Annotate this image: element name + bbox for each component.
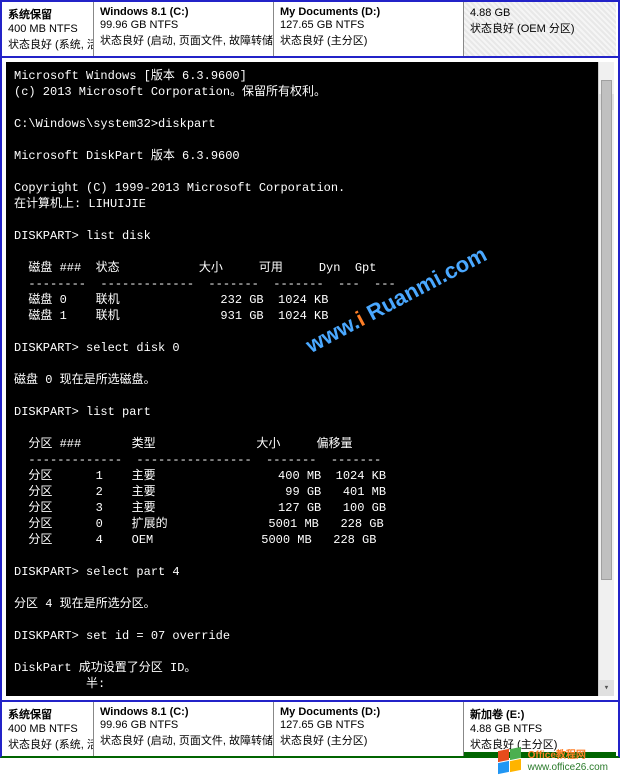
scroll-down-button[interactable]: ▾ <box>599 680 614 696</box>
partition-size: 400 MB NTFS <box>8 723 87 735</box>
partition-title: 新加卷 (E:) <box>470 706 610 722</box>
partition-size: 4.88 GB NTFS <box>470 723 610 735</box>
partition-size: 400 MB NTFS <box>8 23 87 35</box>
partition-title: Windows 8.1 (C:) <box>100 706 267 718</box>
partition-bar-bottom: 系统保留 400 MB NTFS 状态良好 (系统, 活 Windows 8.1… <box>0 700 620 758</box>
command-prompt-terminal[interactable]: Microsoft Windows [版本 6.3.9600] (c) 2013… <box>6 62 614 696</box>
partition-status: 状态良好 (启动, 页面文件, 故障转储, <box>100 32 267 48</box>
partition-size: 127.65 GB NTFS <box>280 19 457 31</box>
partition-title: Windows 8.1 (C:) <box>100 6 267 18</box>
partition-c-drive[interactable]: Windows 8.1 (C:) 99.96 GB NTFS 状态良好 (启动,… <box>94 702 274 756</box>
partition-status: 状态良好 (主分区) <box>470 736 610 752</box>
partition-bar-top: 系统保留 400 MB NTFS 状态良好 (系统, 活 Windows 8.1… <box>0 0 620 58</box>
partition-d-drive[interactable]: My Documents (D:) 127.65 GB NTFS 状态良好 (主… <box>274 2 464 56</box>
partition-system-reserved[interactable]: 系统保留 400 MB NTFS 状态良好 (系统, 活 <box>2 2 94 56</box>
partition-c-drive[interactable]: Windows 8.1 (C:) 99.96 GB NTFS 状态良好 (启动,… <box>94 2 274 56</box>
partition-status: 状态良好 (主分区) <box>280 32 457 48</box>
partition-e-drive[interactable]: 新加卷 (E:) 4.88 GB NTFS 状态良好 (主分区) <box>464 702 616 756</box>
partition-size: 99.96 GB NTFS <box>100 719 267 731</box>
partition-d-drive[interactable]: My Documents (D:) 127.65 GB NTFS 状态良好 (主… <box>274 702 464 756</box>
partition-status: 状态良好 (系统, 活 <box>8 36 87 52</box>
partition-system-reserved[interactable]: 系统保留 400 MB NTFS 状态良好 (系统, 活 <box>2 702 94 756</box>
partition-title: 系统保留 <box>8 6 87 22</box>
partition-size: 4.88 GB <box>470 7 610 19</box>
partition-title: My Documents (D:) <box>280 6 457 18</box>
partition-status: 状态良好 (OEM 分区) <box>470 20 610 36</box>
partition-title: My Documents (D:) <box>280 706 457 718</box>
terminal-container: Microsoft Windows [版本 6.3.9600] (c) 2013… <box>0 58 620 700</box>
scroll-thumb[interactable] <box>601 80 612 580</box>
partition-status: 状态良好 (系统, 活 <box>8 736 87 752</box>
partition-size: 127.65 GB NTFS <box>280 719 457 731</box>
terminal-scrollbar[interactable]: ▴ ▾ <box>598 62 614 696</box>
partition-title: 系统保留 <box>8 706 87 722</box>
partition-size: 99.96 GB NTFS <box>100 19 267 31</box>
partition-status: 状态良好 (启动, 页面文件, 故障转储, <box>100 732 267 748</box>
partition-oem[interactable]: 4.88 GB 状态良好 (OEM 分区) <box>464 2 616 56</box>
partition-status: 状态良好 (主分区) <box>280 732 457 748</box>
